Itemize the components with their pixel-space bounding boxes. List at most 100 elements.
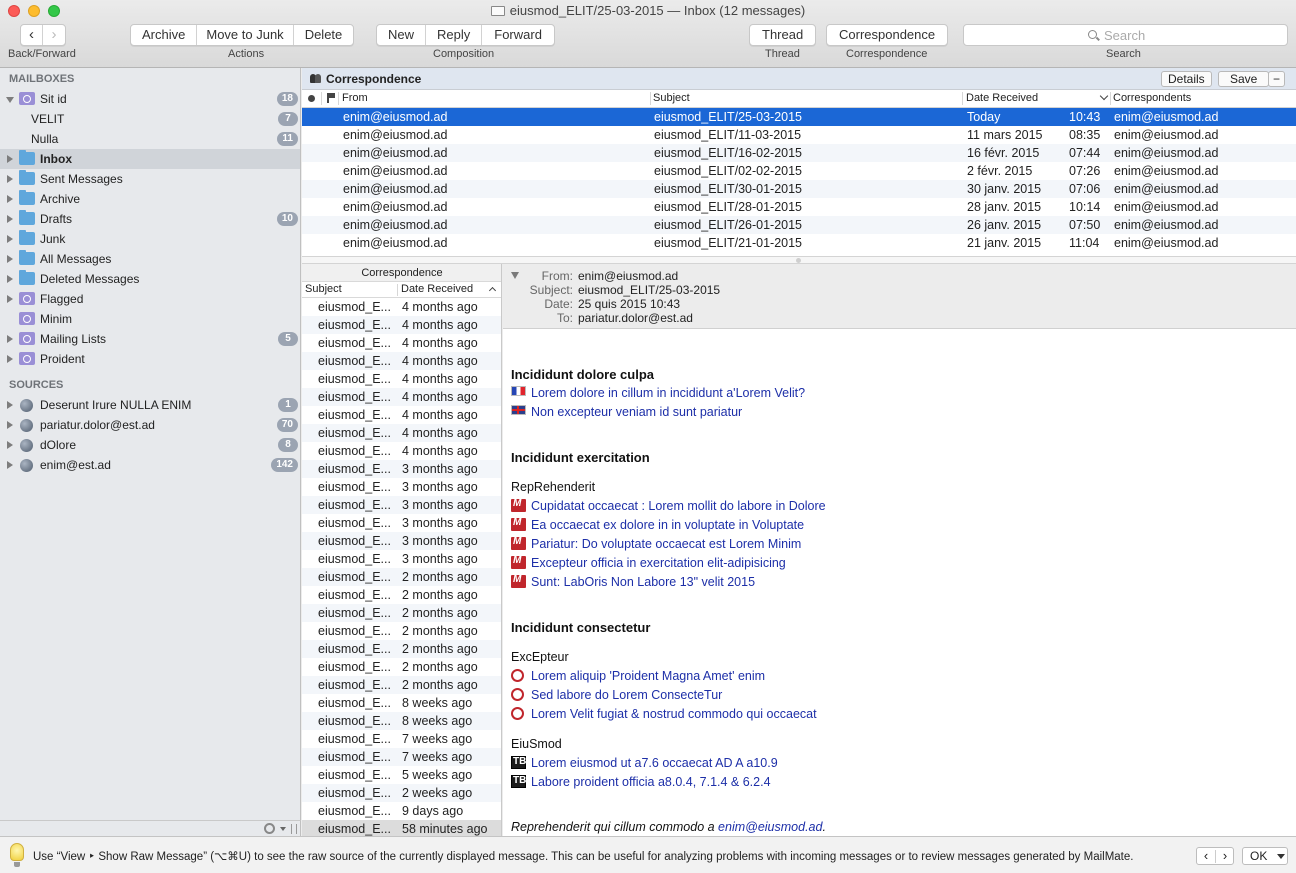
thread-button[interactable]: Thread xyxy=(750,25,815,45)
reply-button[interactable]: Reply xyxy=(426,25,483,45)
column-header-correspondents[interactable]: Correspondents xyxy=(1113,92,1191,104)
sort-ascending-icon[interactable] xyxy=(488,286,497,295)
body-link[interactable]: Cupidatat occaecat : Lorem mollit do lab… xyxy=(531,499,826,513)
split-view-divider[interactable] xyxy=(302,256,1296,264)
list-item[interactable]: eiusmod_E... 4 months ago xyxy=(302,352,501,370)
list-item[interactable]: eiusmod_E... 8 weeks ago xyxy=(302,694,501,712)
sidebar-item-mailing-lists[interactable]: Mailing Lists 5 xyxy=(0,329,300,349)
disclosure-triangle-icon[interactable] xyxy=(7,355,13,363)
sort-descending-icon[interactable] xyxy=(1099,91,1109,101)
sidebar-item-inbox[interactable]: Inbox xyxy=(0,149,300,169)
sidebar-item-junk[interactable]: Junk xyxy=(0,229,300,249)
list-item[interactable]: eiusmod_E... 8 weeks ago xyxy=(302,712,501,730)
list-item[interactable]: eiusmod_E... 2 weeks ago xyxy=(302,784,501,802)
body-link[interactable]: Ea occaecat ex dolore in in voluptate in… xyxy=(531,518,804,532)
list-item[interactable]: eiusmod_E... 4 months ago xyxy=(302,370,501,388)
disclosure-triangle-icon[interactable] xyxy=(7,175,13,183)
list-item[interactable]: eiusmod_E... 4 months ago xyxy=(302,388,501,406)
sidebar-item-velit[interactable]: VELIT 7 xyxy=(0,109,300,129)
footer-email-link[interactable]: enim@eiusmod.ad xyxy=(718,820,822,834)
search-input[interactable]: Search xyxy=(963,24,1288,46)
table-row[interactable]: enim@eiusmod.ad eiusmod_ELIT/16-02-2015 … xyxy=(302,144,1296,162)
disclosure-triangle-icon[interactable] xyxy=(6,97,14,103)
list-item[interactable]: eiusmod_E... 3 months ago xyxy=(302,514,501,532)
from-value[interactable]: enim@eiusmod.ad xyxy=(578,269,678,283)
list-item[interactable]: eiusmod_E... 3 months ago xyxy=(302,478,501,496)
forward-message-button[interactable]: Forward xyxy=(482,25,554,45)
list-item[interactable]: eiusmod_E... 2 months ago xyxy=(302,658,501,676)
table-row[interactable]: enim@eiusmod.ad eiusmod_ELIT/28-01-2015 … xyxy=(302,198,1296,216)
column-header-subject[interactable]: Subject xyxy=(653,92,690,104)
table-row[interactable]: enim@eiusmod.ad eiusmod_ELIT/26-01-2015 … xyxy=(302,216,1296,234)
sidebar-item-archive[interactable]: Archive xyxy=(0,189,300,209)
list-item[interactable]: eiusmod_E... 2 months ago xyxy=(302,604,501,622)
list-item[interactable]: eiusmod_E... 4 months ago xyxy=(302,316,501,334)
next-tip-button[interactable]: › xyxy=(1216,848,1234,864)
sidebar-item-drafts[interactable]: Drafts 10 xyxy=(0,209,300,229)
list-item[interactable]: eiusmod_E... 9 days ago xyxy=(302,802,501,820)
list-item[interactable]: eiusmod_E... 7 weeks ago xyxy=(302,748,501,766)
sidebar-item-sent-messages[interactable]: Sent Messages xyxy=(0,169,300,189)
body-link[interactable]: Lorem eiusmod ut a7.6 occaecat AD A a10.… xyxy=(531,756,778,770)
list-item[interactable]: eiusmod_E... 2 months ago xyxy=(302,622,501,640)
table-row[interactable]: enim@eiusmod.ad eiusmod_ELIT/21-01-2015 … xyxy=(302,234,1296,252)
list-item[interactable]: eiusmod_E... 2 months ago xyxy=(302,640,501,658)
list-item[interactable]: eiusmod_E... 3 months ago xyxy=(302,460,501,478)
column-header-from[interactable]: From xyxy=(342,92,368,104)
forward-button[interactable]: › xyxy=(43,25,65,45)
disclosure-triangle-icon[interactable] xyxy=(7,255,13,263)
body-link[interactable]: Excepteur officia in exercitation elit-a… xyxy=(531,556,786,570)
disclosure-triangle-icon[interactable] xyxy=(7,235,13,243)
disclosure-triangle-icon[interactable] xyxy=(7,215,13,223)
sidebar-item-source-dolore[interactable]: dOlore 8 xyxy=(0,435,300,455)
archive-button[interactable]: Archive xyxy=(131,25,198,45)
list-item[interactable]: eiusmod_E... 4 months ago xyxy=(302,424,501,442)
body-link[interactable]: Sed labore do Lorem ConsecteTur xyxy=(531,688,722,702)
list-item[interactable]: eiusmod_E... 3 months ago xyxy=(302,496,501,514)
resize-handle[interactable] xyxy=(291,824,297,834)
sidebar-item-proident[interactable]: Proident xyxy=(0,349,300,369)
chevron-down-icon[interactable] xyxy=(280,827,286,831)
list-item[interactable]: eiusmod_E... 4 months ago xyxy=(302,298,501,316)
body-link[interactable]: Lorem dolore in cillum in incididunt a'L… xyxy=(531,386,805,400)
list-item[interactable]: eiusmod_E... 2 months ago xyxy=(302,568,501,586)
disclosure-triangle-icon[interactable] xyxy=(7,295,13,303)
sidebar-item-flagged[interactable]: Flagged xyxy=(0,289,300,309)
sidebar-item-sit-id[interactable]: Sit id 18 xyxy=(0,89,300,109)
details-button[interactable]: Details xyxy=(1161,71,1212,87)
move-to-junk-button[interactable]: Move to Junk xyxy=(197,25,294,45)
disclosure-triangle-icon[interactable] xyxy=(7,195,13,203)
disclosure-triangle-icon[interactable] xyxy=(7,421,13,429)
list-item[interactable]: eiusmod_E... 3 months ago xyxy=(302,532,501,550)
sidebar-item-source-deserunt[interactable]: Deserunt Irure NULLA ENIM 1 xyxy=(0,395,300,415)
list-item[interactable]: eiusmod_E... 4 months ago xyxy=(302,442,501,460)
sidebar-item-all-messages[interactable]: All Messages xyxy=(0,249,300,269)
disclosure-triangle-icon[interactable] xyxy=(7,461,13,469)
flag-column-icon[interactable] xyxy=(327,93,335,103)
to-value[interactable]: pariatur.dolor@est.ad xyxy=(578,311,693,325)
body-link[interactable]: Lorem Velit fugiat & nostrud commodo qui… xyxy=(531,707,817,721)
unread-column-icon[interactable] xyxy=(308,95,315,102)
disclosure-triangle-icon[interactable] xyxy=(7,155,13,163)
body-link[interactable]: Sunt: LabOris Non Labore 13" velit 2015 xyxy=(531,575,755,589)
disclosure-triangle-icon[interactable] xyxy=(7,275,13,283)
list-item[interactable]: eiusmod_E... 3 months ago xyxy=(302,550,501,568)
disclosure-triangle-icon[interactable] xyxy=(7,335,13,343)
sidebar-item-minim[interactable]: Minim xyxy=(0,309,300,329)
sidebar-item-source-pariatur[interactable]: pariatur.dolor@est.ad 70 xyxy=(0,415,300,435)
new-message-button[interactable]: New xyxy=(377,25,427,45)
table-row[interactable]: enim@eiusmod.ad eiusmod_ELIT/30-01-2015 … xyxy=(302,180,1296,198)
ok-popup-button[interactable]: OK xyxy=(1242,847,1288,865)
sidebar-item-nulla[interactable]: Nulla 11 xyxy=(0,129,300,149)
list-item[interactable]: eiusmod_E... 4 months ago xyxy=(302,406,501,424)
list-item[interactable]: eiusmod_E... 2 months ago xyxy=(302,586,501,604)
delete-button[interactable]: Delete xyxy=(294,25,354,45)
body-link[interactable]: Non excepteur veniam id sunt pariatur xyxy=(531,405,742,419)
disclosure-triangle-icon[interactable] xyxy=(7,401,13,409)
table-row[interactable]: enim@eiusmod.ad eiusmod_ELIT/11-03-2015 … xyxy=(302,126,1296,144)
body-link[interactable]: Labore proident officia a8.0.4, 7.1.4 & … xyxy=(531,775,771,789)
list-item[interactable]: eiusmod_E... 7 weeks ago xyxy=(302,730,501,748)
table-row[interactable]: enim@eiusmod.ad eiusmod_ELIT/02-02-2015 … xyxy=(302,162,1296,180)
save-button[interactable]: Save xyxy=(1218,71,1270,87)
thread-column-date[interactable]: Date Received xyxy=(401,283,473,295)
